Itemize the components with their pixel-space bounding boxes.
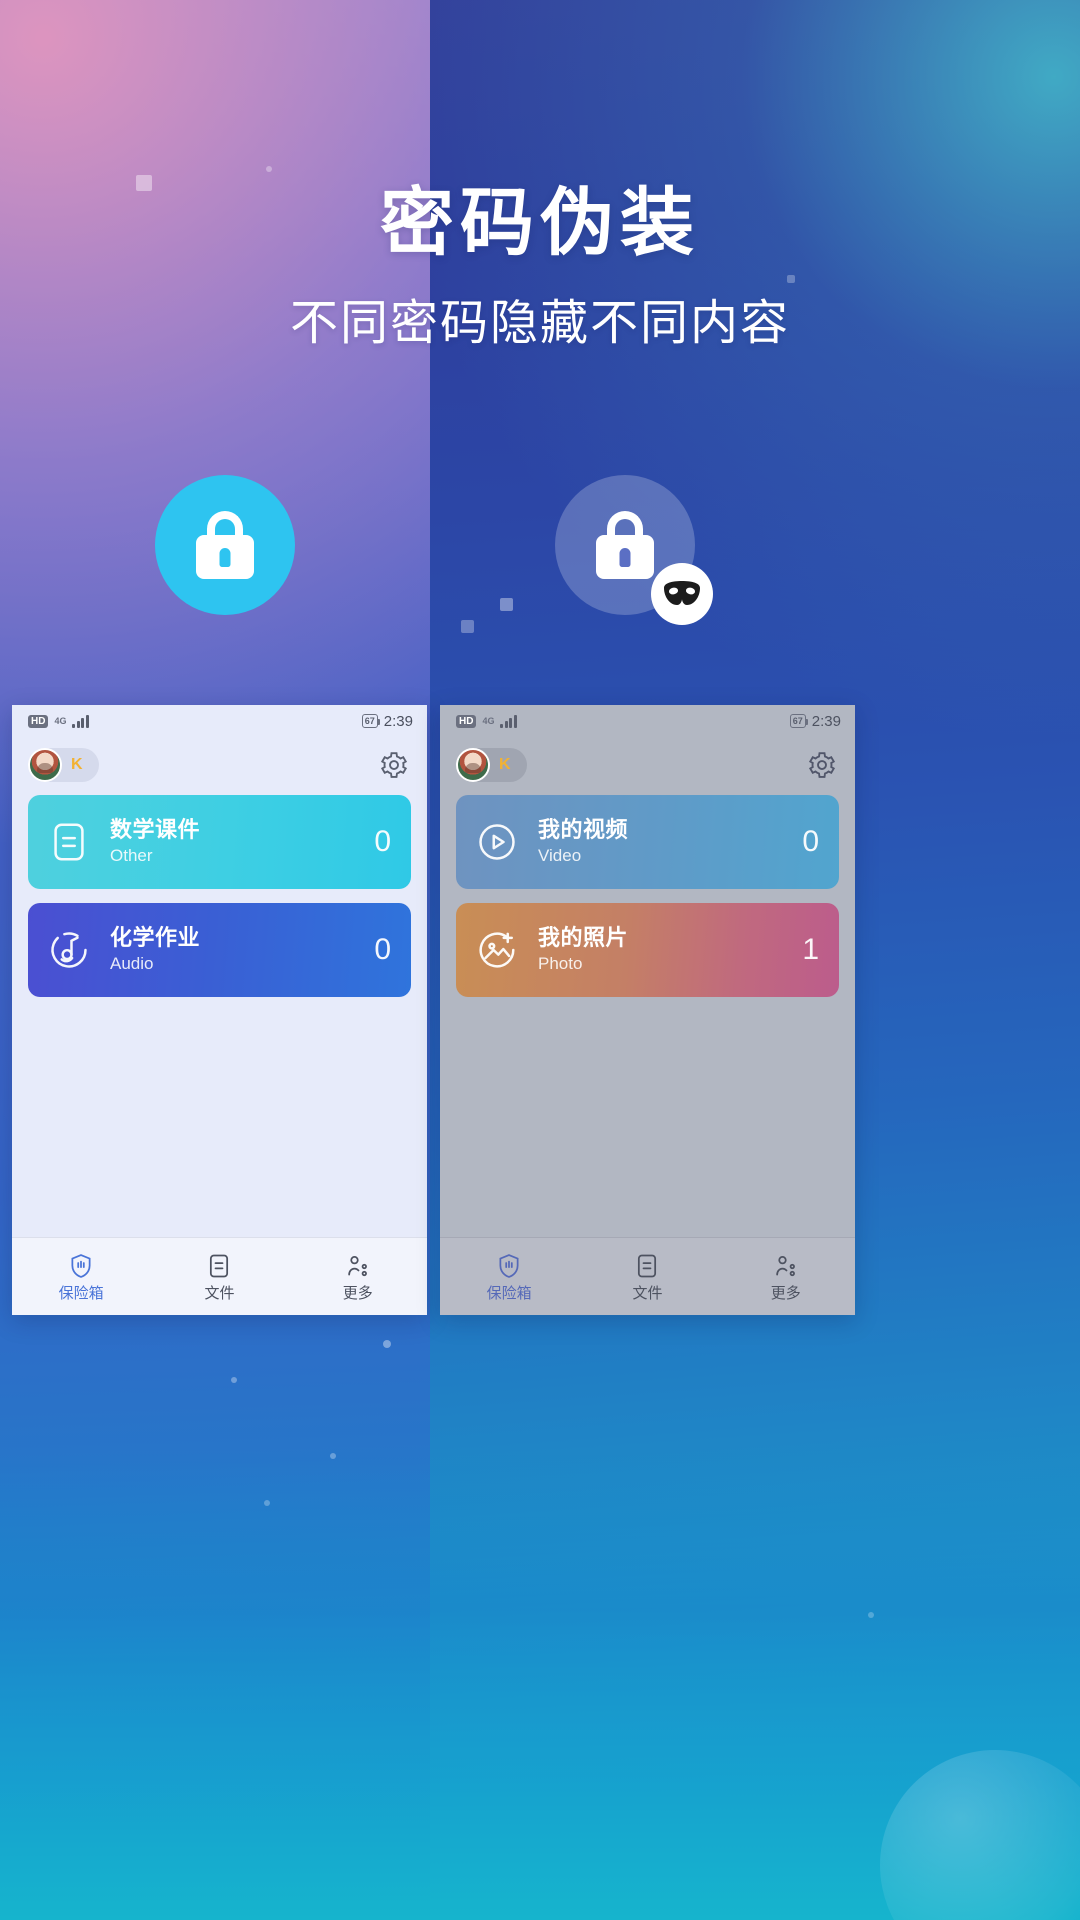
phone-screenshots: HD 4G 67 2:39 K 数学课件 Other 0 化学作业 Audio … [0, 705, 1080, 1320]
vault-card-other[interactable]: 数学课件 Other 0 [28, 795, 411, 889]
app-bar: K [440, 737, 855, 793]
card-count: 0 [374, 825, 391, 858]
user-profile-pill[interactable]: K [28, 748, 99, 782]
hd-icon: HD [456, 714, 477, 728]
phone-screenshot-real-vault: HD 4G 67 2:39 K 数学课件 Other 0 化学作业 Audio … [12, 705, 427, 1315]
app-bar: K [12, 737, 427, 793]
tab-label: 更多 [770, 1285, 801, 1302]
card-title: 化学作业 [110, 925, 201, 951]
sparkle-dot [231, 1377, 237, 1383]
phone-screenshot-disguised-vault: HD 4G 67 2:39 K 我的视频 Video 0 我的照片 Photo … [440, 705, 855, 1315]
tab-label: 文件 [204, 1285, 235, 1302]
tab-files[interactable]: 文件 [579, 1252, 716, 1301]
vault-card-photo[interactable]: 我的照片 Photo 1 [456, 903, 839, 997]
file-icon [633, 1252, 661, 1280]
battery-level: 67 [364, 715, 375, 726]
status-bar: HD 4G 67 2:39 [440, 705, 855, 737]
user-badge-label: K [499, 756, 511, 773]
vault-card-video[interactable]: 我的视频 Video 0 [456, 795, 839, 889]
real-lock-badge [155, 475, 295, 615]
network-type-label: 4G [482, 715, 495, 726]
card-title: 数学课件 [110, 817, 201, 843]
mask-icon [651, 563, 713, 625]
tab-label: 文件 [632, 1285, 663, 1302]
page-subtitle: 不同密码隐藏不同内容 [289, 297, 790, 350]
status-bar-clock: 2:39 [383, 712, 413, 730]
network-type-label: 4G [54, 715, 67, 726]
battery-icon: 67 [789, 714, 808, 728]
more-icon [772, 1252, 800, 1280]
avatar [28, 748, 62, 782]
tab-label: 保险箱 [58, 1285, 104, 1302]
page-title: 密码伪装 [380, 181, 700, 264]
promo-headlines: 密码伪装 不同密码隐藏不同内容 [0, 0, 1080, 348]
tab-files[interactable]: 文件 [151, 1252, 288, 1301]
card-count: 1 [802, 933, 819, 966]
gear-icon[interactable] [379, 750, 409, 780]
lock-icon [595, 511, 655, 579]
card-title: 我的视频 [538, 817, 629, 843]
play-circle-icon [474, 819, 520, 865]
lock-icon [195, 511, 255, 579]
sparkle-dot [868, 1612, 874, 1618]
signal-bars-icon [72, 714, 89, 728]
status-bar: HD 4G 67 2:39 [12, 705, 427, 737]
tab-more[interactable]: 更多 [289, 1252, 426, 1301]
safe-icon [67, 1252, 95, 1280]
signal-bars-icon [500, 714, 517, 728]
file-icon [205, 1252, 233, 1280]
vault-card-audio[interactable]: 化学作业 Audio 0 [28, 903, 411, 997]
card-subtitle: Photo [538, 954, 583, 974]
vault-card-list: 数学课件 Other 0 化学作业 Audio 0 [12, 793, 427, 997]
tab-more[interactable]: 更多 [717, 1252, 854, 1301]
document-icon [46, 819, 92, 865]
tab-safe[interactable]: 保险箱 [13, 1252, 150, 1301]
bottom-tab-bar: 保险箱 文件 更多 [12, 1237, 427, 1315]
user-profile-pill[interactable]: K [456, 748, 527, 782]
image-circle-icon [474, 927, 520, 973]
card-subtitle: Audio [110, 954, 154, 974]
hd-icon: HD [28, 714, 49, 728]
vault-card-list: 我的视频 Video 0 我的照片 Photo 1 [440, 793, 855, 997]
safe-icon [495, 1252, 523, 1280]
card-subtitle: Video [538, 846, 582, 866]
card-count: 0 [374, 933, 391, 966]
user-badge-label: K [71, 756, 83, 773]
tab-label: 保险箱 [486, 1285, 532, 1302]
more-icon [344, 1252, 372, 1280]
battery-level: 67 [792, 715, 803, 726]
battery-icon: 67 [361, 714, 380, 728]
avatar [456, 748, 490, 782]
sparkle-dot [264, 1500, 270, 1506]
tab-safe[interactable]: 保险箱 [441, 1252, 578, 1301]
card-count: 0 [802, 825, 819, 858]
lock-badges [0, 470, 1080, 630]
disguised-lock-badge [555, 475, 713, 625]
sparkle-dot [330, 1453, 336, 1459]
music-disc-icon [46, 927, 92, 973]
tab-label: 更多 [342, 1285, 373, 1302]
card-title: 我的照片 [538, 925, 629, 951]
card-subtitle: Other [110, 846, 153, 866]
sparkle-dot [383, 1340, 391, 1348]
gear-icon[interactable] [807, 750, 837, 780]
status-bar-clock: 2:39 [811, 712, 841, 730]
bottom-tab-bar: 保险箱 文件 更多 [440, 1237, 855, 1315]
